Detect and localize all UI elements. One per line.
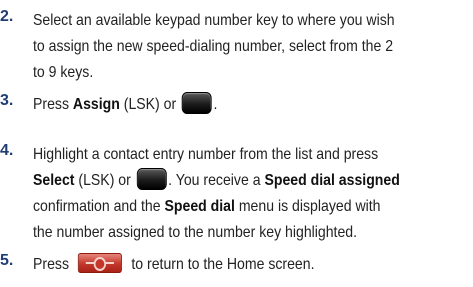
confirmation-label: Speed dial assigned: [264, 172, 400, 189]
step-text-part: Press: [33, 256, 73, 273]
end-power-key-icon: [78, 253, 123, 273]
step-text-part: . You receive a: [168, 172, 265, 189]
assign-key-label: Assign: [72, 96, 120, 113]
step-line: Highlight a contact entry number from th…: [33, 146, 379, 163]
step-text: Highlight a contact entry number from th…: [33, 142, 420, 246]
step-text: Select an available keypad number key to…: [33, 8, 420, 86]
step-line: the number assigned to the number key hi…: [33, 224, 358, 241]
step-number: 4.: [0, 142, 14, 159]
step-text-part: (LSK) or: [119, 96, 181, 113]
step-text-part: (LSK) or: [74, 172, 135, 189]
step-line: to 9 keys.: [33, 64, 94, 81]
step-number: 3.: [0, 92, 14, 109]
navigation-center-key-icon: [181, 92, 212, 114]
step-line: to assign the new speed-dialing number, …: [33, 38, 394, 55]
step-text-part: menu is displayed with: [234, 198, 381, 215]
menu-name-label: Speed dial: [164, 198, 235, 215]
step-text-part: .: [213, 96, 218, 113]
step-text: Press to return to the Home screen.: [33, 252, 420, 278]
step-text-part: confirmation and the: [33, 198, 165, 215]
step-number: 5.: [0, 252, 14, 269]
step-text-part: to return to the Home screen.: [127, 256, 315, 273]
navigation-center-key-icon: [136, 168, 167, 190]
step-text: Press Assign (LSK) or .: [33, 92, 420, 118]
step-number: 2.: [0, 8, 14, 25]
select-key-label: Select: [33, 172, 75, 189]
step-line: Select an available keypad number key to…: [33, 12, 395, 29]
step-text-part: Press: [33, 96, 73, 113]
